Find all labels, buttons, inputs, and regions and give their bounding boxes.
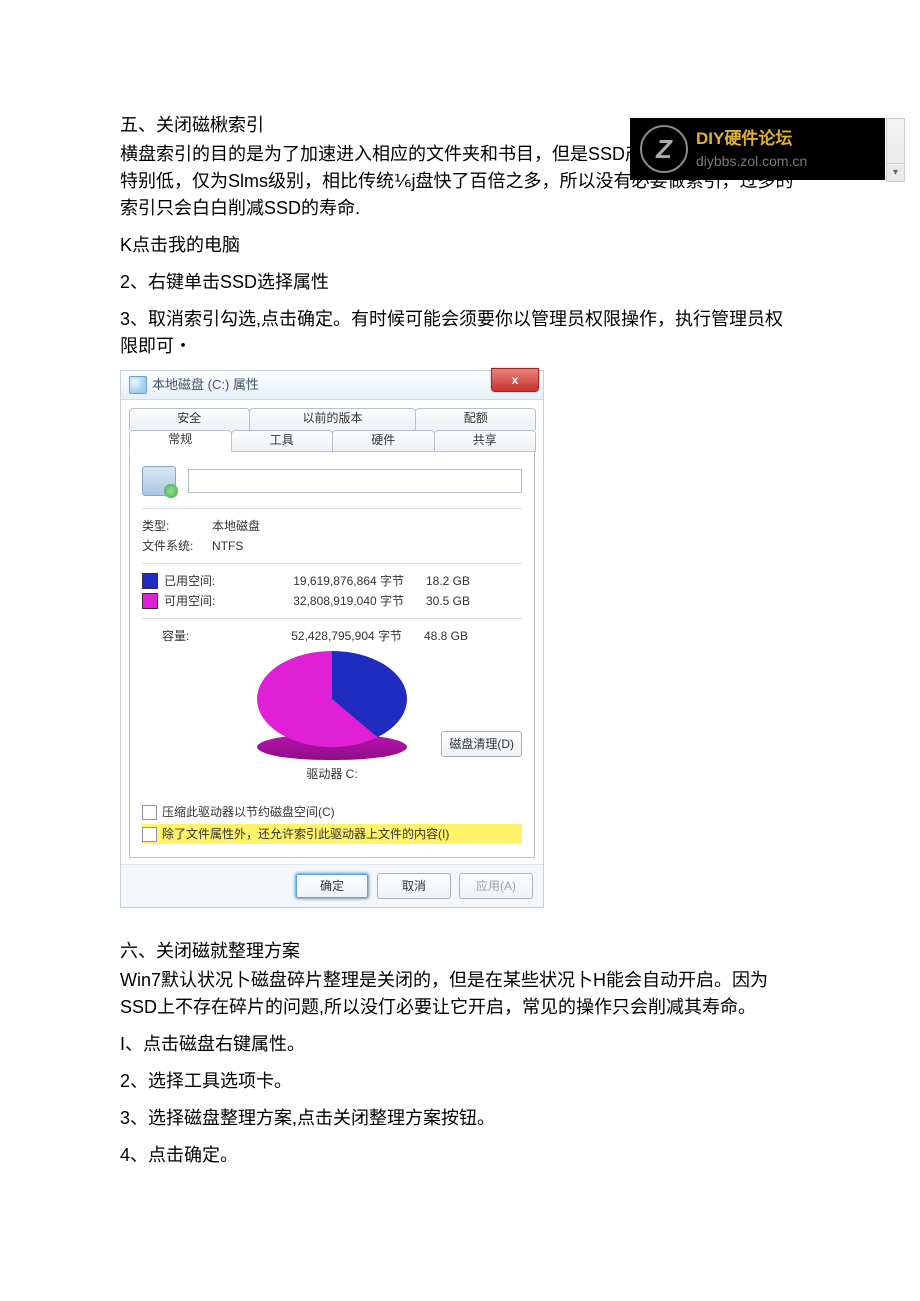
watermark-banner: Z DIY硬件论坛 diybbs.zol.com.cn: [630, 118, 885, 180]
tab-sharing[interactable]: 共享: [434, 430, 537, 452]
free-gb: 30.5 GB: [410, 592, 470, 610]
section6-step2: 2、选择工具选项卡。: [120, 1068, 800, 1095]
tab-quota[interactable]: 配额: [415, 408, 536, 430]
section6-step3: 3、选择磁盘整理方案,点击关闭整理方案按钮。: [120, 1105, 800, 1132]
watermark-line1: DIY硬件论坛: [696, 126, 807, 152]
used-gb: 18.2 GB: [410, 572, 470, 590]
cancel-button[interactable]: 取消: [377, 873, 451, 899]
properties-dialog: 本地磁盘 (C:) 属性 x 安全 以前的版本 配额 常规 工具 硬件 共享: [120, 370, 544, 908]
tab-security[interactable]: 安全: [129, 408, 250, 430]
used-bytes: 19,619,876,864 字节: [232, 572, 404, 590]
compress-label: 压缩此驱动器以节约磁盘空间(C): [162, 803, 335, 821]
compress-checkbox[interactable]: [142, 805, 157, 820]
dialog-button-row: 确定 取消 应用(A): [121, 864, 543, 907]
free-bytes: 32,808,919,040 字节: [232, 592, 404, 610]
drive-icon: [142, 466, 176, 496]
type-value: 本地磁盘: [212, 517, 260, 535]
disk-cleanup-button[interactable]: 磁盘清理(D): [441, 731, 522, 757]
disk-usage-pie: [257, 651, 407, 747]
index-label: 除了文件属性外，还允许索引此驱动器上文件的内容(I): [162, 825, 449, 843]
section6-heading: 六、关闭磁就整理方案: [120, 938, 800, 965]
drive-titlebar-icon: [129, 376, 147, 394]
section5-step2: 2、右键单击SSD选择属性: [120, 269, 800, 296]
tab-hardware[interactable]: 硬件: [332, 430, 435, 452]
tabs-row-front: 常规 工具 硬件 共享: [129, 430, 535, 452]
scrollbar-down-icon: ▾: [887, 163, 904, 181]
drive-caption: 驱动器 C:: [247, 765, 417, 783]
tab-tools[interactable]: 工具: [231, 430, 334, 452]
used-swatch: [142, 573, 158, 589]
tabs-row-back: 安全 以前的版本 配额: [129, 408, 535, 430]
tab-general[interactable]: 常规: [129, 430, 232, 452]
free-label: 可用空间:: [164, 592, 232, 610]
fs-label: 文件系统:: [142, 537, 212, 555]
drive-name-input[interactable]: [188, 469, 522, 493]
watermark-line2: diybbs.zol.com.cn: [696, 151, 807, 172]
section5-step1: K点击我的电脑: [120, 232, 800, 259]
section5-step3: 3、取消索引勾选,点击确定。有时候可能会须要你以管理员权限操作，执行管理员权限即…: [120, 306, 800, 360]
ok-button[interactable]: 确定: [295, 873, 369, 899]
dialog-title: 本地磁盘 (C:) 属性: [152, 375, 259, 395]
section6-para1: Win7默认状况卜磁盘碎片整理是关闭的，但是在某些状况卜H能会自动开启。因为SS…: [120, 967, 800, 1021]
capacity-bytes: 52,428,795,904 字节: [230, 627, 402, 645]
tab-panel-general: 类型: 本地磁盘 文件系统: NTFS 已用空间: 19,619,876,864…: [129, 451, 535, 858]
section6-step4: 4、点击确定。: [120, 1142, 800, 1169]
capacity-label: 容量:: [162, 627, 230, 645]
capacity-gb: 48.8 GB: [408, 627, 468, 645]
close-button[interactable]: x: [491, 368, 539, 392]
type-label: 类型:: [142, 517, 212, 535]
apply-button[interactable]: 应用(A): [459, 873, 533, 899]
index-checkbox[interactable]: [142, 827, 157, 842]
fs-value: NTFS: [212, 537, 243, 555]
used-label: 已用空间:: [164, 572, 232, 590]
watermark-logo: Z: [640, 125, 688, 173]
free-swatch: [142, 593, 158, 609]
section6-step1: I、点击磁盘右键属性。: [120, 1031, 800, 1058]
dialog-titlebar: 本地磁盘 (C:) 属性 x: [121, 371, 543, 400]
scrollbar-stub: ▾: [886, 118, 905, 182]
tab-previous[interactable]: 以前的版本: [249, 408, 417, 430]
